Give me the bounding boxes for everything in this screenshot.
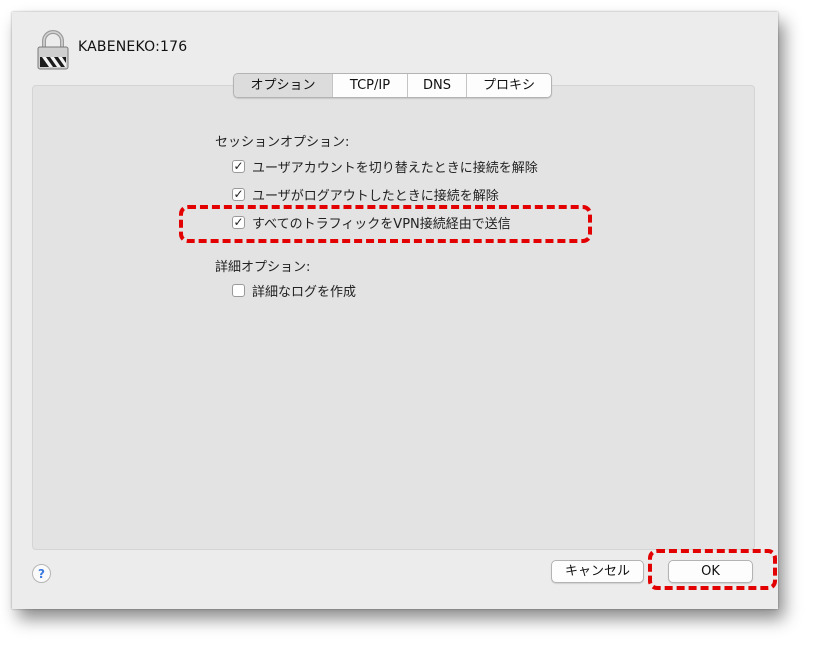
disconnect-on-user-switch-label: ユーザアカウントを切り替えたときに接続を解除	[252, 160, 538, 176]
verbose-logging-checkbox[interactable]	[232, 283, 245, 297]
window-title: KABENEKO:176	[78, 39, 188, 55]
send-all-traffic-option[interactable]: ✓ すべてのトラフィックをVPN接続経由で送信	[232, 213, 511, 232]
ok-button[interactable]: OK	[668, 560, 753, 583]
tab-bar: オプション TCP/IP DNS プロキシ	[233, 73, 552, 98]
disconnect-on-logout-label: ユーザがログアウトしたときに接続を解除	[252, 188, 499, 204]
disconnect-on-user-switch-option[interactable]: ✓ ユーザアカウントを切り替えたときに接続を解除	[232, 157, 538, 176]
vpn-options-dialog: KABENEKO:176 オプション TCP/IP DNS プロキシ セッション…	[12, 12, 778, 609]
send-all-traffic-label: すべてのトラフィックをVPN接続経由で送信	[252, 216, 511, 232]
disconnect-on-logout-option[interactable]: ✓ ユーザがログアウトしたときに接続を解除	[232, 185, 499, 204]
cancel-button[interactable]: キャンセル	[551, 560, 644, 583]
advanced-options-heading: 詳細オプション:	[215, 260, 311, 275]
session-options-heading: セッションオプション:	[215, 135, 350, 150]
tab-proxy[interactable]: プロキシ	[466, 74, 551, 97]
vpn-lock-icon	[37, 30, 69, 70]
disconnect-on-user-switch-checkbox[interactable]: ✓	[232, 159, 245, 173]
tab-options[interactable]: オプション	[234, 74, 332, 97]
verbose-logging-label: 詳細なログを作成	[252, 284, 357, 300]
disconnect-on-logout-checkbox[interactable]: ✓	[232, 187, 245, 201]
tab-dns[interactable]: DNS	[407, 74, 466, 97]
help-button[interactable]: ?	[32, 564, 51, 583]
send-all-traffic-checkbox[interactable]: ✓	[232, 215, 245, 229]
tab-tcpip[interactable]: TCP/IP	[332, 74, 407, 97]
options-panel	[32, 85, 755, 550]
verbose-logging-option[interactable]: 詳細なログを作成	[232, 281, 357, 300]
